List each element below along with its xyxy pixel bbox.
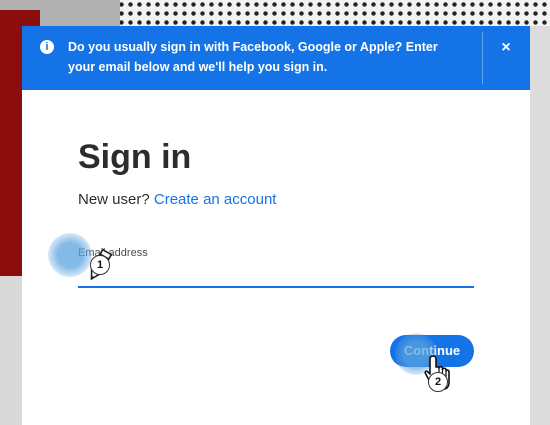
background-left-red	[0, 26, 22, 276]
background-top-left	[0, 0, 120, 26]
close-banner-button[interactable]: ×	[492, 36, 520, 60]
background-right	[530, 26, 550, 425]
new-user-line: New user? Create an account	[78, 191, 276, 208]
signin-dialog: i Do you usually sign in with Facebook, …	[22, 26, 530, 425]
banner-message: Do you usually sign in with Facebook, Go…	[68, 40, 438, 74]
info-icon: i	[40, 40, 54, 54]
background-left-grey	[0, 276, 22, 425]
step-2-badge: 2	[428, 372, 448, 392]
step-1-badge: 1	[90, 255, 110, 275]
create-account-link[interactable]: Create an account	[154, 191, 277, 208]
new-user-text: New user?	[78, 191, 150, 208]
page-title: Sign in	[78, 138, 192, 176]
email-field[interactable]	[78, 262, 474, 288]
info-banner: i Do you usually sign in with Facebook, …	[22, 26, 530, 90]
banner-divider	[482, 32, 483, 84]
